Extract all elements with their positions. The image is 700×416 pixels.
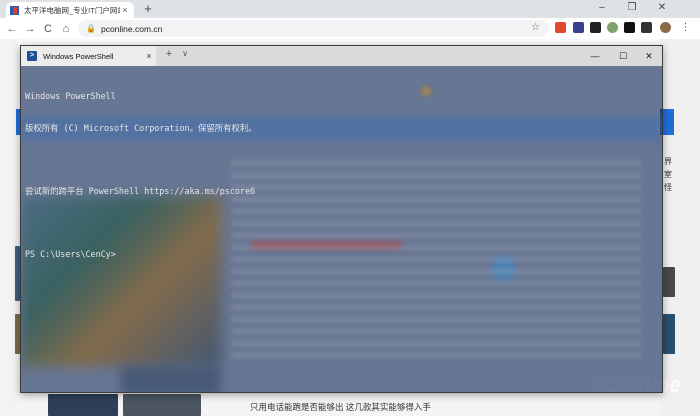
- powershell-icon: >: [27, 51, 37, 61]
- page-thumbnail: [123, 394, 201, 416]
- browser-tab-title: 太平洋电脑网_专业IT门户网站: [24, 5, 120, 15]
- page-left-margin: [0, 39, 18, 416]
- blurred-backdrop: [121, 366, 221, 392]
- powershell-dropdown-icon[interactable]: ∨: [179, 49, 191, 58]
- screen: 太平洋电脑网_专业IT门户网站 × + – ❐ ✕ ← → C ⌂ 🔒 pcon…: [0, 0, 700, 416]
- side-char: 怪: [664, 183, 672, 192]
- extension-icon[interactable]: [555, 22, 566, 33]
- browser-tab[interactable]: 太平洋电脑网_专业IT门户网站 ×: [6, 2, 134, 18]
- browser-close-button[interactable]: ✕: [648, 0, 676, 18]
- powershell-minimize-button[interactable]: —: [581, 46, 609, 66]
- address-bar[interactable]: 🔒 pconline.com.cn ☆: [78, 20, 548, 37]
- browser-minimize-button[interactable]: –: [588, 0, 616, 18]
- browser-tab-close-icon[interactable]: ×: [120, 5, 130, 15]
- back-button[interactable]: ←: [3, 23, 21, 35]
- extension-icon[interactable]: [641, 22, 652, 33]
- browser-new-tab-button[interactable]: +: [141, 2, 155, 16]
- address-url[interactable]: pconline.com.cn: [101, 24, 162, 34]
- powershell-close-button[interactable]: ✕: [635, 46, 663, 66]
- side-char: 室: [664, 170, 672, 179]
- extension-icon[interactable]: [624, 22, 635, 33]
- site-favicon-icon: [10, 5, 19, 15]
- extension-icon[interactable]: [573, 22, 584, 33]
- powershell-console[interactable]: Windows PowerShell 版权所有 (C) Microsoft Co…: [21, 66, 662, 392]
- page-side-text: 界 室 怪: [664, 155, 674, 194]
- extension-icon[interactable]: [590, 22, 601, 33]
- page-article-title[interactable]: 只用电话能跑是否能够出 这几款其实能够得入手: [250, 401, 431, 413]
- console-prompt[interactable]: PS C:\Users\CenCy>: [25, 249, 645, 260]
- powershell-window: > Windows PowerShell × + ∨ — ☐ ✕ Windows…: [20, 45, 663, 393]
- powershell-tab-title: Windows PowerShell: [43, 51, 114, 61]
- page-right-column: [660, 39, 700, 416]
- powershell-maximize-button[interactable]: ☐: [609, 46, 637, 66]
- extension-icon[interactable]: [607, 22, 618, 33]
- side-char: 界: [664, 157, 672, 166]
- browser-tab-strip: 太平洋电脑网_专业IT门户网站 × + – ❐ ✕: [0, 0, 700, 18]
- powershell-new-tab-button[interactable]: +: [162, 48, 176, 60]
- page-thumbnail: [663, 314, 675, 354]
- browser-maximize-button[interactable]: ❐: [618, 0, 646, 18]
- reload-button[interactable]: C: [39, 23, 57, 35]
- powershell-titlebar[interactable]: > Windows PowerShell × + ∨ — ☐ ✕: [21, 46, 662, 66]
- home-button[interactable]: ⌂: [57, 23, 75, 35]
- page-thumbnail: [663, 267, 675, 297]
- bookmark-star-icon[interactable]: ☆: [531, 22, 540, 33]
- console-line: Windows PowerShell: [25, 91, 116, 101]
- page-thumbnail: [48, 394, 118, 416]
- menu-dots-icon[interactable]: ⋮: [680, 22, 691, 33]
- console-line: 版权所有 (C) Microsoft Corporation。保留所有权利。: [25, 122, 257, 133]
- forward-button[interactable]: →: [21, 23, 39, 35]
- lock-icon: 🔒: [86, 24, 96, 33]
- profile-avatar[interactable]: [660, 22, 671, 33]
- powershell-tab[interactable]: > Windows PowerShell ×: [21, 46, 156, 66]
- console-output: Windows PowerShell 版权所有 (C) Microsoft Co…: [25, 70, 645, 280]
- powershell-tab-close-icon[interactable]: ×: [142, 51, 156, 61]
- console-line: 尝试新的跨平台 PowerShell https://aka.ms/pscore…: [25, 185, 256, 196]
